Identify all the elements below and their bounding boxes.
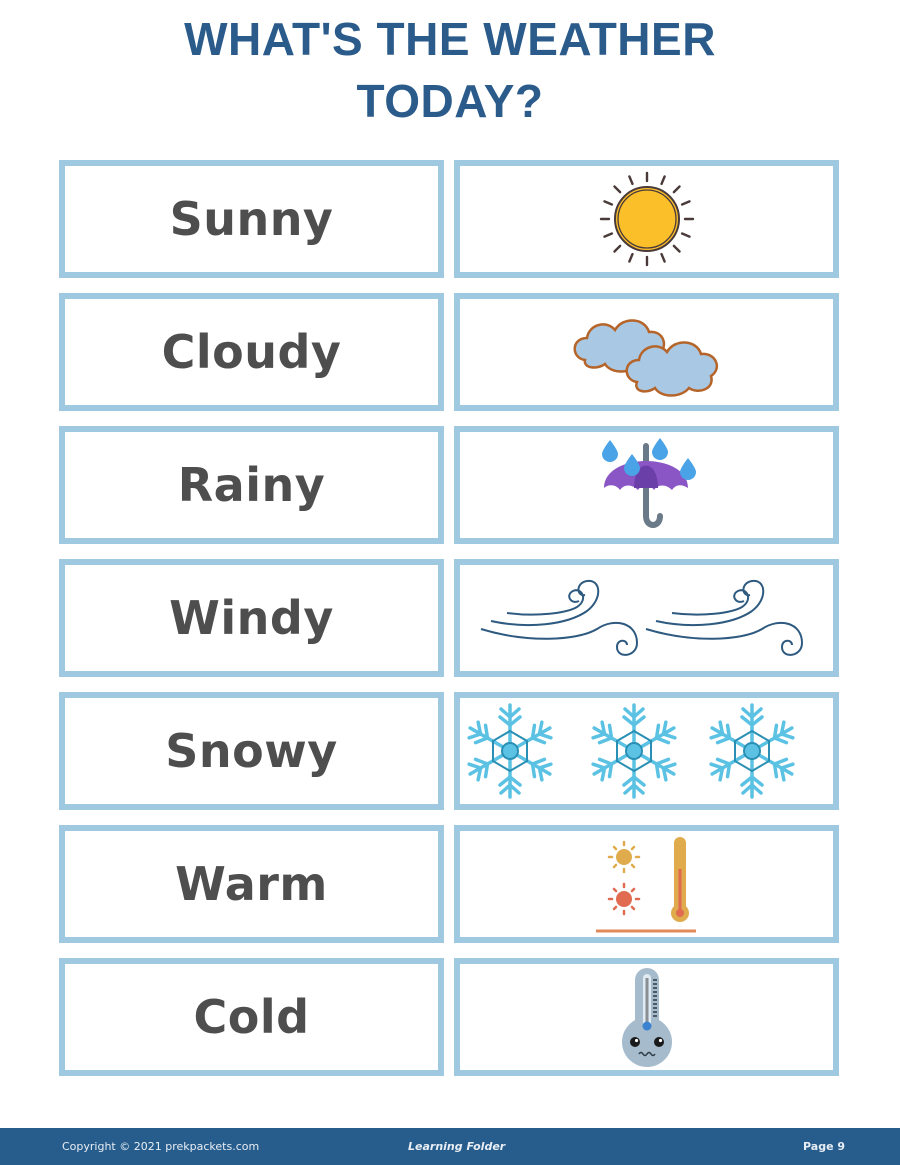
sun-ray xyxy=(627,175,634,186)
sun-ray xyxy=(672,244,681,253)
page-title: WHAT'S THE WEATHER TODAY? xyxy=(0,8,900,132)
word-card-cold: Cold xyxy=(59,958,444,1076)
sun-ray xyxy=(672,185,681,194)
sun-ray xyxy=(627,252,634,263)
sun-ray xyxy=(680,200,691,206)
picture-card-snowy xyxy=(454,692,839,810)
word-card-snowy: Snowy xyxy=(59,692,444,810)
word-label: Snowy xyxy=(165,724,338,778)
snowflake-icon xyxy=(589,705,679,797)
umbrella-rain-icon xyxy=(601,438,696,528)
page-footer: Copyright © 2021 prekpackets.com Learnin… xyxy=(0,1128,900,1165)
clouds-icon xyxy=(573,319,718,397)
word-label: Sunny xyxy=(169,192,334,246)
word-card-rainy: Rainy xyxy=(59,426,444,544)
sun-ray xyxy=(612,185,621,194)
word-label: Cloudy xyxy=(161,325,342,379)
sun-small-icon xyxy=(607,840,640,874)
sun-ray xyxy=(659,252,666,263)
picture-card-warm xyxy=(454,825,839,943)
word-label: Rainy xyxy=(177,458,326,512)
footer-copyright: Copyright © 2021 prekpackets.com xyxy=(62,1140,260,1153)
word-card-warm: Warm xyxy=(59,825,444,943)
sun-ray xyxy=(602,200,613,206)
sun-ray xyxy=(602,232,613,238)
word-card-windy: Windy xyxy=(59,559,444,677)
snowflake-icon xyxy=(465,705,555,797)
warm-thermometer-icon xyxy=(595,837,696,933)
word-card-cloudy: Cloudy xyxy=(59,293,444,411)
picture-card-rainy xyxy=(454,426,839,544)
sun-ray xyxy=(612,244,621,253)
sun-ray xyxy=(680,232,691,238)
sun-icon xyxy=(599,171,694,267)
snowflakes-group xyxy=(462,698,832,804)
sun-ray xyxy=(659,175,666,186)
word-label: Windy xyxy=(169,591,334,645)
wind-icon xyxy=(480,579,803,656)
title-line-2: TODAY? xyxy=(356,75,544,127)
word-label: Cold xyxy=(193,990,310,1044)
picture-card-cold xyxy=(454,958,839,1076)
picture-card-sunny xyxy=(454,160,839,278)
picture-card-windy xyxy=(454,559,839,677)
picture-card-cloudy xyxy=(454,293,839,411)
word-card-sunny: Sunny xyxy=(59,160,444,278)
word-label: Warm xyxy=(175,857,328,911)
snowflake-icon xyxy=(707,705,797,797)
sun-hot-icon xyxy=(607,882,640,916)
cold-thermometer-icon xyxy=(621,968,672,1067)
title-line-1: WHAT'S THE WEATHER xyxy=(184,13,716,65)
footer-page-number: Page 9 xyxy=(803,1140,846,1153)
footer-center-title: Learning Folder xyxy=(408,1140,506,1153)
